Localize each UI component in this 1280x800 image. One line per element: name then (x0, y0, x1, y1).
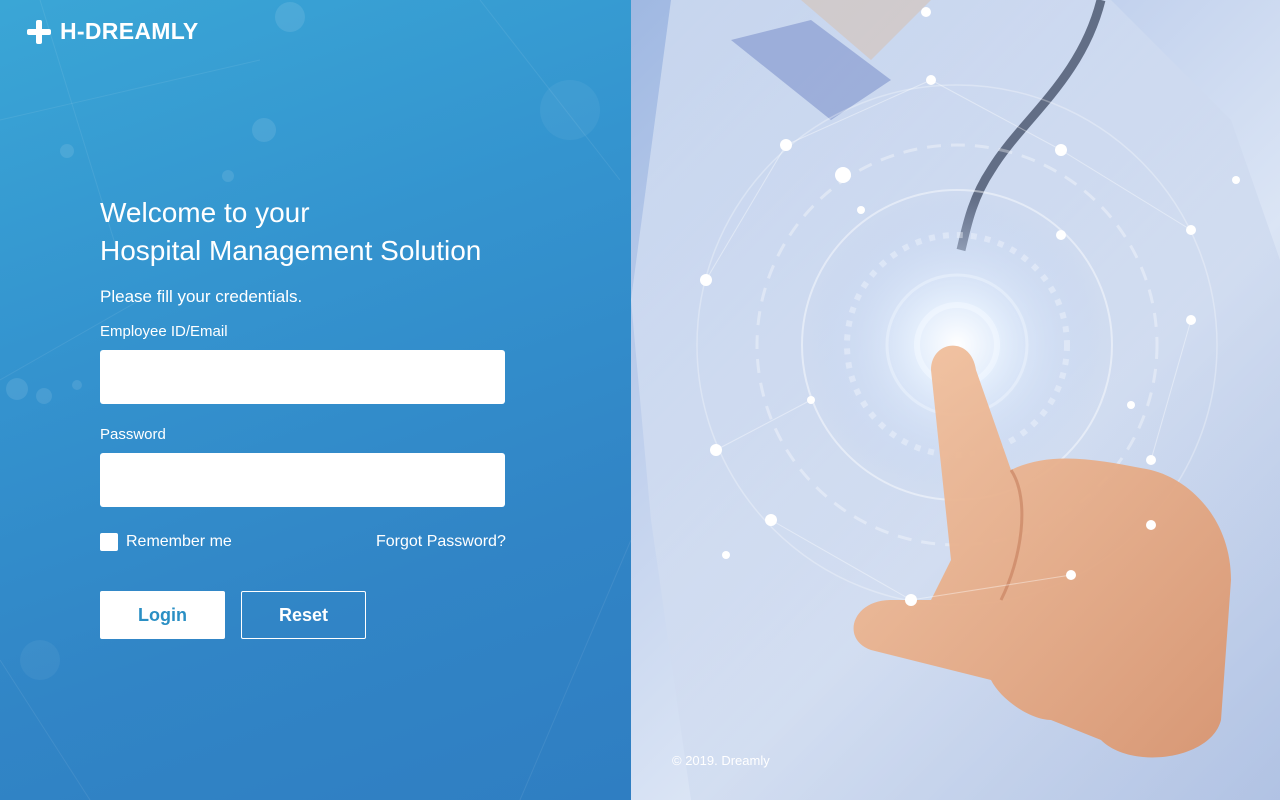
login-button[interactable]: Login (100, 591, 225, 639)
forgot-password-link[interactable]: Forgot Password? (376, 533, 506, 551)
brand-logo: H-DREAMLY (27, 18, 199, 45)
reset-button[interactable]: Reset (241, 591, 366, 639)
decorative-orb (36, 388, 52, 404)
welcome-heading: Welcome to your Hospital Management Solu… (100, 194, 481, 270)
welcome-line-1: Welcome to your (100, 197, 310, 228)
brand-name: H-DREAMLY (60, 18, 199, 44)
plus-icon (27, 19, 51, 44)
copyright-text: © 2019. Dreamly (672, 753, 770, 768)
decorative-orb (6, 378, 28, 400)
password-label: Password (100, 426, 166, 443)
decorative-orb (20, 640, 60, 680)
decorative-orb (72, 380, 82, 390)
welcome-line-2: Hospital Management Solution (100, 235, 482, 266)
remember-me-label[interactable]: Remember me (126, 533, 232, 551)
decorative-orb (60, 144, 74, 158)
decorative-orb (540, 80, 600, 140)
remember-me-checkbox[interactable] (100, 533, 118, 551)
doctor-hologram-illustration (631, 0, 1280, 800)
password-input[interactable] (100, 453, 505, 507)
hero-image: © 2019. Dreamly (631, 0, 1280, 800)
remember-me-control[interactable]: Remember me (100, 533, 232, 551)
employee-id-input[interactable] (100, 350, 505, 404)
decorative-orb (275, 2, 305, 32)
employee-id-label: Employee ID/Email (100, 323, 228, 340)
decorative-orb (252, 118, 276, 142)
decorative-orb (222, 170, 234, 182)
credentials-instruction: Please fill your credentials. (100, 287, 303, 306)
login-panel: H-DREAMLY Welcome to your Hospital Manag… (0, 0, 631, 800)
